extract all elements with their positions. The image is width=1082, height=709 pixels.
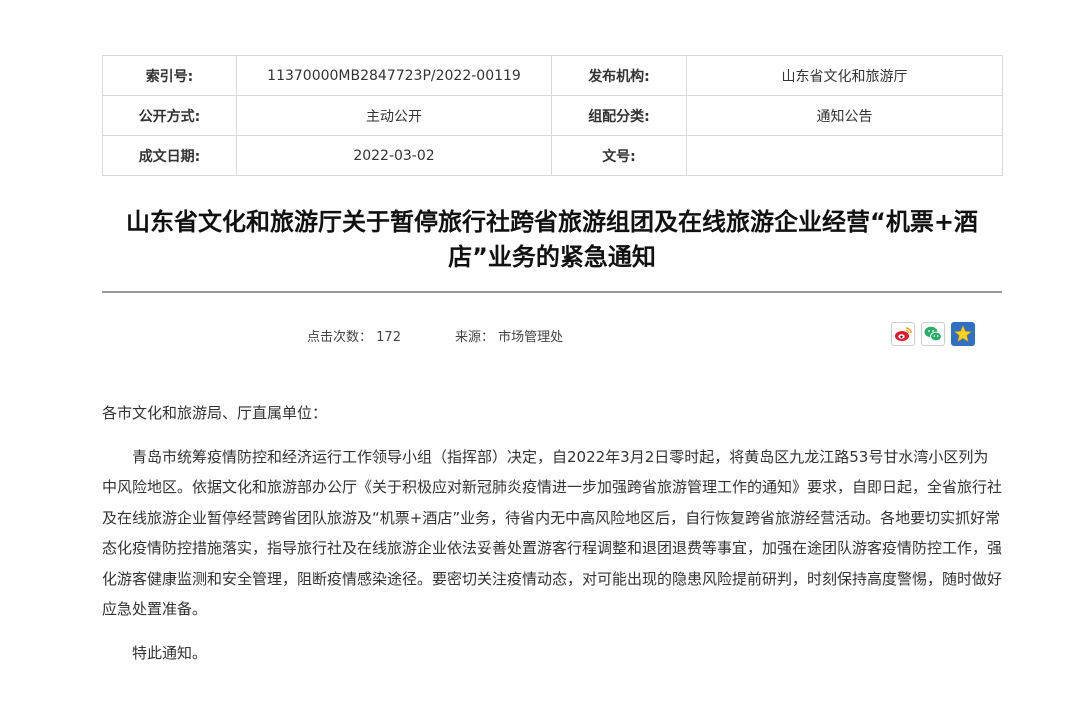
click-count-value: 172 (376, 330, 401, 345)
source-value: 市场管理处 (498, 330, 564, 345)
disclosure-method-label: 公开方式: (102, 95, 237, 136)
salutation: 各市文化和旅游局、厅直属单位： (102, 404, 328, 422)
table-row: 成文日期: 2022-03-02 文号: (102, 135, 1003, 176)
category-value: 通知公告 (686, 95, 1003, 136)
page: 索引号: 11370000MB2847723P/2022-00119 发布机构:… (0, 0, 1082, 709)
category-label: 组配分类: (551, 95, 687, 136)
body-paragraph: 青岛市统筹疫情防控和经济运行工作领导小组（指挥部）决定，自2022年3月2日零时… (102, 447, 1003, 619)
publisher-label: 发布机构: (551, 55, 687, 96)
share-toolbar (891, 322, 975, 346)
weibo-icon[interactable] (891, 322, 915, 346)
issue-date-value: 2022-03-02 (236, 135, 552, 176)
closing-line: 特此通知。 (132, 643, 208, 662)
favorite-star-icon[interactable] (951, 322, 975, 346)
click-count-label: 点击次数： (307, 330, 373, 345)
index-number-label: 索引号: (102, 55, 237, 96)
source: 来源： 市场管理处 (455, 326, 563, 345)
metadata-table: 索引号: 11370000MB2847723P/2022-00119 发布机构:… (102, 55, 1003, 176)
title-divider (102, 291, 1002, 293)
document-number-label: 文号: (551, 135, 687, 176)
disclosure-method-value: 主动公开 (236, 95, 552, 136)
wechat-icon[interactable] (921, 322, 945, 346)
article-body: 各市文化和旅游局、厅直属单位： 青岛市统筹疫情防控和经济运行工作领导小组（指挥部… (102, 398, 1002, 668)
source-label: 来源： (455, 330, 495, 345)
page-title: 山东省文化和旅游厅关于暂停旅行社跨省旅游组团及在线旅游企业经营“机票+酒店”业务… (126, 208, 978, 271)
issue-date-label: 成文日期: (102, 135, 237, 176)
table-row: 公开方式: 主动公开 组配分类: 通知公告 (102, 95, 1003, 136)
table-row: 索引号: 11370000MB2847723P/2022-00119 发布机构:… (102, 55, 1003, 96)
publisher-value: 山东省文化和旅游厅 (686, 55, 1003, 96)
document-number-value (686, 135, 1003, 176)
click-count: 点击次数： 172 (307, 326, 401, 345)
index-number-value: 11370000MB2847723P/2022-00119 (236, 55, 552, 96)
